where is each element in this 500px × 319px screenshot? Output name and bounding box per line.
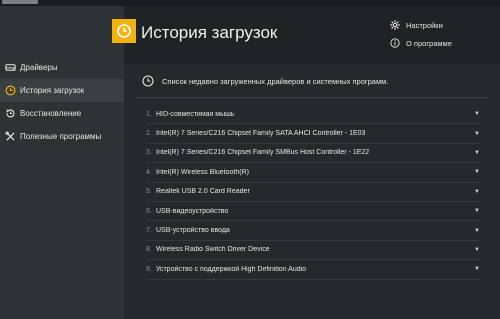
tools-icon [0, 131, 20, 142]
divider [136, 97, 488, 98]
item-name: Intel(R) 7 Series/C216 Chipset Family SM… [156, 149, 370, 157]
page-title: История загрузок [141, 23, 278, 42]
drive-icon [0, 62, 20, 73]
list-item[interactable]: 3. Intel(R) 7 Series/C216 Chipset Family … [146, 144, 480, 164]
header: История загрузок Настройки О программе [112, 6, 500, 64]
item-name: Intel(R) 7 Series/C216 Chipset Family SA… [156, 130, 366, 138]
chevron-down-icon[interactable]: ▼ [472, 111, 480, 117]
item-name: USB-видеоустройство [156, 207, 229, 215]
chevron-down-icon[interactable]: ▼ [472, 189, 480, 195]
list-item[interactable]: 2. Intel(R) 7 Series/C216 Chipset Family … [146, 124, 480, 144]
list-item[interactable]: 1. HID-совместимая мышь ▼ [146, 105, 480, 125]
chevron-down-icon[interactable]: ▼ [472, 247, 480, 253]
gear-icon [390, 20, 400, 30]
sidebar-item-label: Восстановление [20, 109, 82, 118]
list-item[interactable]: 8. Wireless Radio Switch Driver Device ▼ [146, 241, 480, 261]
clock-icon [0, 85, 20, 96]
item-number: 1. [146, 110, 152, 118]
chevron-down-icon[interactable]: ▼ [472, 266, 480, 272]
item-number: 4. [146, 168, 152, 176]
sidebar-item-label: Драйверы [20, 63, 58, 72]
list-item[interactable]: 5. Realtek USB 2.0 Card Reader ▼ [146, 183, 480, 202]
clock-icon [142, 75, 154, 87]
list-item[interactable]: 6. USB-видеоустройство ▼ [146, 202, 480, 222]
sidebar-item-restore[interactable]: Восстановление [0, 102, 124, 125]
item-number: 5. [146, 188, 152, 196]
item-name: Realtek USB 2.0 Card Reader [156, 188, 250, 196]
settings-link[interactable]: Настройки [390, 16, 452, 34]
sidebar-item-drivers[interactable]: Драйверы [0, 56, 124, 79]
item-number: 6. [146, 207, 152, 215]
chevron-down-icon[interactable]: ▼ [472, 150, 480, 156]
settings-label: Настройки [406, 20, 443, 30]
about-label: О программе [406, 38, 452, 48]
item-name: Wireless Radio Switch Driver Device [156, 246, 270, 254]
sidebar-item-tools[interactable]: Полезные программы [0, 125, 124, 148]
info-icon [390, 38, 400, 48]
chevron-down-icon[interactable]: ▼ [472, 228, 480, 234]
download-list: 1. HID-совместимая мышь ▼ 2. Intel(R) 7 Ser… [146, 105, 480, 280]
item-number: 7. [146, 227, 152, 235]
item-number: 8. [146, 246, 152, 254]
item-name: USB-устройство ввода [156, 227, 230, 235]
item-name: HID-совместимая мышь [156, 110, 235, 118]
list-item[interactable]: 7. USB-устройство ввода ▼ [146, 221, 480, 241]
sidebar-item-history[interactable]: История загрузок [0, 79, 124, 102]
sidebar-item-label: Полезные программы [20, 132, 102, 141]
item-number: 9. [146, 265, 152, 273]
list-item[interactable]: 9. Устройство с поддержкой High Definitio… [146, 260, 480, 280]
chevron-down-icon[interactable]: ▼ [472, 169, 480, 175]
chevron-down-icon[interactable]: ▼ [472, 208, 480, 214]
restore-icon [0, 108, 20, 119]
app-window: Драйверы История загрузок Восстановление… [0, 0, 500, 319]
sidebar-item-label: История загрузок [20, 86, 85, 95]
header-links: Настройки О программе [390, 16, 452, 52]
clock-badge-icon [112, 19, 136, 43]
item-number: 3. [146, 149, 152, 157]
item-name: Устройство с поддержкой High Definition … [156, 265, 307, 273]
list-item[interactable]: 4. Intel(R) Wireless Bluetooth(R) ▼ [146, 163, 480, 183]
about-link[interactable]: О программе [390, 34, 452, 52]
item-number: 2. [146, 130, 152, 138]
item-name: Intel(R) Wireless Bluetooth(R) [156, 168, 249, 176]
chevron-down-icon[interactable]: ▼ [472, 131, 480, 137]
description-text: Список недавно загруженных драйверов и с… [162, 76, 389, 86]
main-panel: Список недавно загруженных драйверов и с… [124, 64, 500, 319]
description-row: Список недавно загруженных драйверов и с… [142, 72, 492, 90]
sidebar: Драйверы История загрузок Восстановление… [0, 6, 124, 319]
app-logo [2, 0, 38, 4]
